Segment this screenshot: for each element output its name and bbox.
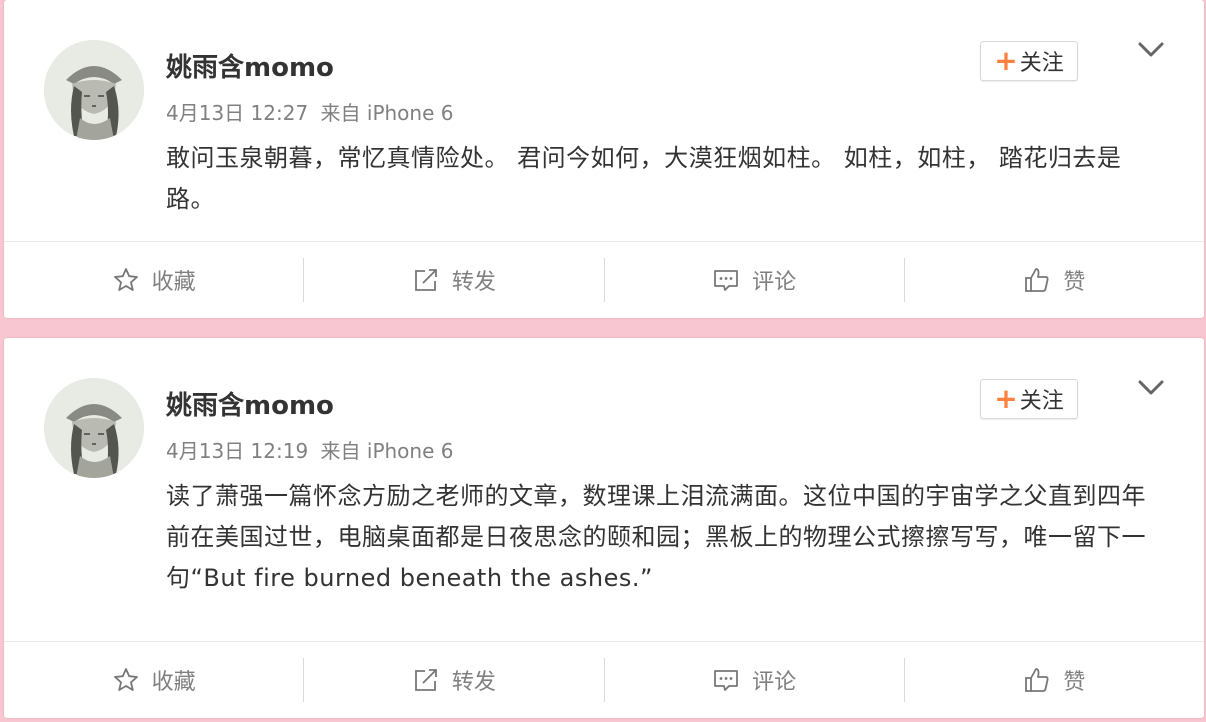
source-prefix: 来自: [320, 101, 361, 125]
chevron-down-icon[interactable]: [1136, 376, 1166, 400]
post-text: 敢问玉泉朝暮，常忆真情险处。 君问今如何，大漠狂烟如柱。 如柱，如柱， 踏花归去…: [166, 144, 1122, 213]
favorite-label: 收藏: [151, 270, 196, 295]
follow-button[interactable]: + 关注: [980, 41, 1078, 81]
comment-icon: [714, 670, 739, 691]
repost-button[interactable]: 转发: [304, 258, 605, 302]
username[interactable]: 姚雨含momo: [166, 50, 334, 86]
comment-label: 评论: [752, 270, 797, 295]
repost-label: 转发: [451, 670, 496, 695]
like-button[interactable]: 赞: [905, 658, 1204, 702]
repost-label: 转发: [451, 270, 496, 295]
favorite-button[interactable]: 收藏: [4, 258, 305, 302]
username[interactable]: 姚雨含momo: [166, 388, 334, 424]
comment-icon: [714, 270, 739, 291]
repost-icon: [414, 269, 437, 291]
user-avatar[interactable]: [44, 40, 144, 140]
favorite-button[interactable]: 收藏: [4, 658, 305, 702]
favorite-label: 收藏: [151, 670, 196, 695]
avatar-sketch-icon: [44, 378, 144, 478]
like-label: 赞: [1063, 670, 1086, 695]
action-bar: 收藏 转发 评论 赞: [4, 641, 1204, 718]
chevron-down-icon[interactable]: [1136, 38, 1166, 62]
weibo-post-card: 姚雨含momo 4月13日 12:19 来自 iPhone 6 读了萧强一篇怀念…: [4, 338, 1204, 718]
post-source[interactable]: iPhone 6: [367, 439, 454, 463]
post-source[interactable]: iPhone 6: [367, 101, 454, 125]
user-avatar[interactable]: [44, 378, 144, 478]
plus-icon: +: [994, 382, 1018, 415]
follow-label: 关注: [1019, 389, 1064, 414]
plus-icon: +: [994, 44, 1018, 77]
follow-button[interactable]: + 关注: [980, 379, 1078, 419]
post-meta: 4月13日 12:19 来自 iPhone 6: [166, 436, 453, 466]
follow-label: 关注: [1019, 51, 1064, 76]
avatar-sketch-icon: [44, 40, 144, 140]
post-meta: 4月13日 12:27 来自 iPhone 6: [166, 98, 453, 128]
comment-button[interactable]: 评论: [605, 658, 905, 702]
post-timestamp[interactable]: 4月13日 12:19: [166, 439, 308, 463]
star-icon: [113, 668, 138, 691]
weibo-post-card: 姚雨含momo 4月13日 12:27 来自 iPhone 6 敢问玉泉朝暮，常…: [4, 0, 1204, 318]
thumbs-up-icon: [1025, 268, 1049, 292]
comment-label: 评论: [752, 670, 797, 695]
like-button[interactable]: 赞: [905, 258, 1204, 302]
comment-button[interactable]: 评论: [605, 258, 905, 302]
post-text: 读了萧强一篇怀念方励之老师的文章，数理课上泪流满面。这位中国的宇宙学之父直到四年…: [166, 482, 1146, 592]
post-timestamp[interactable]: 4月13日 12:27: [166, 101, 308, 125]
action-bar: 收藏 转发 评论 赞: [4, 241, 1204, 318]
repost-icon: [414, 669, 437, 691]
repost-button[interactable]: 转发: [304, 658, 605, 702]
like-label: 赞: [1063, 270, 1086, 295]
source-prefix: 来自: [320, 439, 361, 463]
thumbs-up-icon: [1025, 668, 1049, 692]
star-icon: [113, 268, 138, 291]
